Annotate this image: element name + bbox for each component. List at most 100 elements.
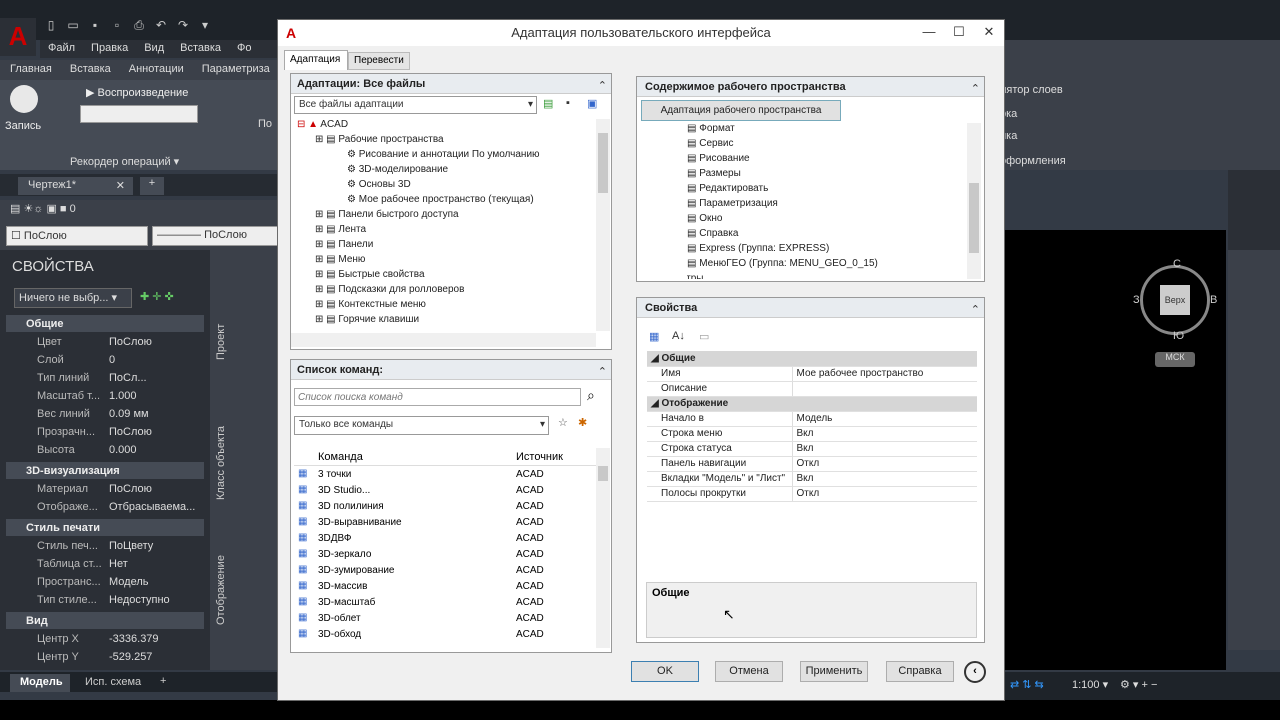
command-row[interactable]: ▦ 3D-зеркало ACAD — [294, 547, 596, 563]
model-tab[interactable]: Модель — [10, 674, 70, 692]
grid-category[interactable]: ◢ Общие — [647, 351, 977, 367]
workspace-menu-item[interactable]: ▤ МенюГЕО (Группа: MENU_GEO_0_15) — [687, 258, 957, 273]
collapse-icon[interactable]: ⌃ — [971, 82, 980, 95]
autocad-logo-icon[interactable]: A — [0, 18, 36, 56]
viewcube-south[interactable]: Ю — [1173, 330, 1184, 342]
section-view[interactable]: Вид — [6, 612, 204, 629]
viewcube-west[interactable]: З — [1133, 294, 1140, 306]
col-source[interactable]: Источник — [516, 451, 563, 463]
section-viz3d[interactable]: 3D-визуализация — [6, 462, 204, 479]
tab-transfer[interactable]: Перевести — [348, 52, 410, 70]
viewcube-top[interactable]: Верх — [1160, 285, 1190, 315]
workspace-menu-item[interactable]: ▤ Параметризация — [687, 198, 957, 213]
record-button[interactable] — [10, 85, 38, 113]
grid-row[interactable]: Описание — [647, 381, 977, 397]
command-row[interactable]: ▦ 3D-облет ACAD — [294, 611, 596, 627]
ribbon-tab[interactable]: Параметриза — [202, 63, 270, 75]
command-filter-combo[interactable]: Только все команды ▾ — [294, 416, 549, 435]
apply-button[interactable]: Применить — [800, 661, 868, 682]
workspace-menu-item[interactable]: ▤ Размеры — [687, 168, 957, 183]
sort-az-icon[interactable]: A↓ — [672, 330, 685, 342]
property-row[interactable]: Центр X -3336.379 — [0, 631, 210, 649]
maximize-button[interactable]: ☐ — [944, 20, 974, 46]
redo-icon[interactable]: ↷ — [172, 18, 194, 32]
collapse-icon[interactable]: ⌃ — [598, 365, 607, 378]
add-layout-icon[interactable]: + — [160, 675, 166, 687]
workspace-menu-item[interactable]: ▤ Рисование — [687, 153, 957, 168]
grid-row[interactable]: Строка статуса Вкл — [647, 441, 977, 457]
viewcube[interactable]: Верх С Ю З В — [1133, 258, 1217, 342]
color-combo[interactable]: ☐ ПоСлою — [6, 226, 148, 246]
grid-row[interactable]: Начало в Модель — [647, 411, 977, 427]
menu-item[interactable]: Правка — [91, 42, 128, 54]
undo-icon[interactable]: ↶ — [150, 18, 172, 32]
tree-node[interactable]: ⚙ Основы 3D — [297, 179, 593, 194]
command-row[interactable]: ▦ 3D-зумирование ACAD — [294, 563, 596, 579]
playback-button[interactable]: ▶ Воспроизведение — [86, 86, 188, 99]
scale-label[interactable]: 1:100 ▾ — [1072, 678, 1108, 691]
property-row[interactable]: Стиль печ... ПоЦвету — [0, 538, 210, 556]
saveas-icon[interactable]: ▫ — [106, 18, 128, 32]
command-row[interactable]: ▦ 3D-масштаб ACAD — [294, 595, 596, 611]
workspace-menu-item[interactable]: ▤ Формат — [687, 123, 957, 138]
command-row[interactable]: ▦ 3DДВФ ACAD — [294, 531, 596, 547]
property-row[interactable]: Отображе... Отбрасываема... — [0, 499, 210, 517]
side-tab-display[interactable]: Отображение — [215, 555, 227, 625]
ucs-button[interactable]: МСК — [1155, 352, 1195, 367]
tree-node[interactable]: ⊞ ▤ Меню — [297, 254, 593, 269]
record-label[interactable]: Запись — [5, 120, 41, 132]
property-row[interactable]: Масштаб т... 1.000 — [0, 388, 210, 406]
grid-value[interactable]: Вкл — [792, 471, 977, 487]
property-row[interactable]: Цвет ПоСлою — [0, 334, 210, 352]
gear-icon[interactable]: ⚙ ▾ + − — [1120, 678, 1157, 691]
property-row[interactable]: Прострaнс... Модель — [0, 574, 210, 592]
workspace-menu-item[interactable]: ▤ Редактировать — [687, 183, 957, 198]
linetype-combo[interactable]: ———— ПоСлою — [152, 226, 280, 246]
property-row[interactable]: Тип линий ПоСл... — [0, 370, 210, 388]
categorized-icon[interactable]: ▦ — [649, 330, 659, 343]
tree-hscrollbar[interactable] — [291, 333, 596, 347]
property-row[interactable]: Материал ПоСлою — [0, 481, 210, 499]
tree-node[interactable]: ⊞ ▤ Подсказки для ролловеров — [297, 284, 593, 299]
tree-node[interactable]: ⊞ ▤ Панели быстрого доступа — [297, 209, 593, 224]
property-pages-icon[interactable]: ▭ — [699, 330, 709, 343]
tree-node[interactable]: ⚙ 3D-моделирование — [297, 164, 593, 179]
workspace-tree[interactable]: ▤ Формат ▤ Сервис ▤ Рисование ▤ Размеры ▤ Ре… — [687, 123, 957, 279]
side-tab-project[interactable]: Проект — [215, 324, 227, 360]
recorder-panel-title[interactable]: Рекордер операций ▾ — [70, 155, 179, 168]
print-icon[interactable]: ⎙ — [128, 18, 150, 33]
grid-value[interactable]: Откл — [792, 486, 977, 502]
grid-row[interactable]: Полосы прокрутки Откл — [647, 486, 977, 502]
workspace-menu-item[interactable]: ▤ Окно — [687, 213, 957, 228]
minimize-button[interactable]: — — [914, 20, 944, 46]
command-row[interactable]: ▦ 3D Studio... ACAD — [294, 483, 596, 499]
property-row[interactable]: Прозрачн... ПоСлою — [0, 424, 210, 442]
collapse-dialog-icon[interactable]: ‹ — [964, 661, 986, 683]
viewcube-east[interactable]: В — [1210, 294, 1217, 306]
customize-workspace-button[interactable]: Адаптация рабочего пространства — [641, 100, 841, 121]
tree-node[interactable]: ⊞ ▤ Рабочие пространства — [297, 134, 593, 149]
ribbon-tab[interactable]: Вставка — [70, 63, 111, 75]
viewcube-north[interactable]: С — [1173, 258, 1181, 270]
cancel-button[interactable]: Отмена — [715, 661, 783, 682]
grid-row[interactable]: Панель навигации Откл — [647, 456, 977, 472]
grid-value[interactable]: Вкл — [792, 441, 977, 457]
grid-category[interactable]: ◢ Отображение — [647, 396, 977, 412]
command-list[interactable]: ▦ 3 точки ACAD ▦ 3D Studio... ACAD ▦ 3D полилин… — [294, 467, 596, 649]
ribbon-right-1[interactable]: лятор слоев — [1000, 84, 1063, 96]
grid-row[interactable]: Имя Мое рабочее пространство — [647, 366, 977, 382]
ok-button[interactable]: OK — [631, 661, 699, 682]
selection-combo[interactable]: Ничего не выбр... ▾ — [14, 288, 132, 308]
command-search-input[interactable] — [294, 388, 581, 406]
drawing-tools[interactable] — [235, 250, 280, 670]
property-row[interactable]: Центр Y -529.257 — [0, 649, 210, 667]
status-icons[interactable]: ⇄ ⇅ ⇆ — [1010, 678, 1044, 691]
command-row[interactable]: ▦ 3D-выравнивание ACAD — [294, 515, 596, 531]
tree-node[interactable]: ⚙ Рисование и аннотации По умолчанию — [297, 149, 593, 164]
layout-tab[interactable]: Исп. схема — [85, 676, 141, 688]
command-row[interactable]: ▦ 3D-обход ACAD — [294, 627, 596, 643]
save-icon[interactable]: ▪ — [84, 18, 106, 32]
collapse-icon[interactable]: ⌃ — [971, 303, 980, 316]
ribbon-tab[interactable]: Аннотации — [129, 63, 184, 75]
menu-item[interactable]: Файл — [48, 42, 75, 54]
